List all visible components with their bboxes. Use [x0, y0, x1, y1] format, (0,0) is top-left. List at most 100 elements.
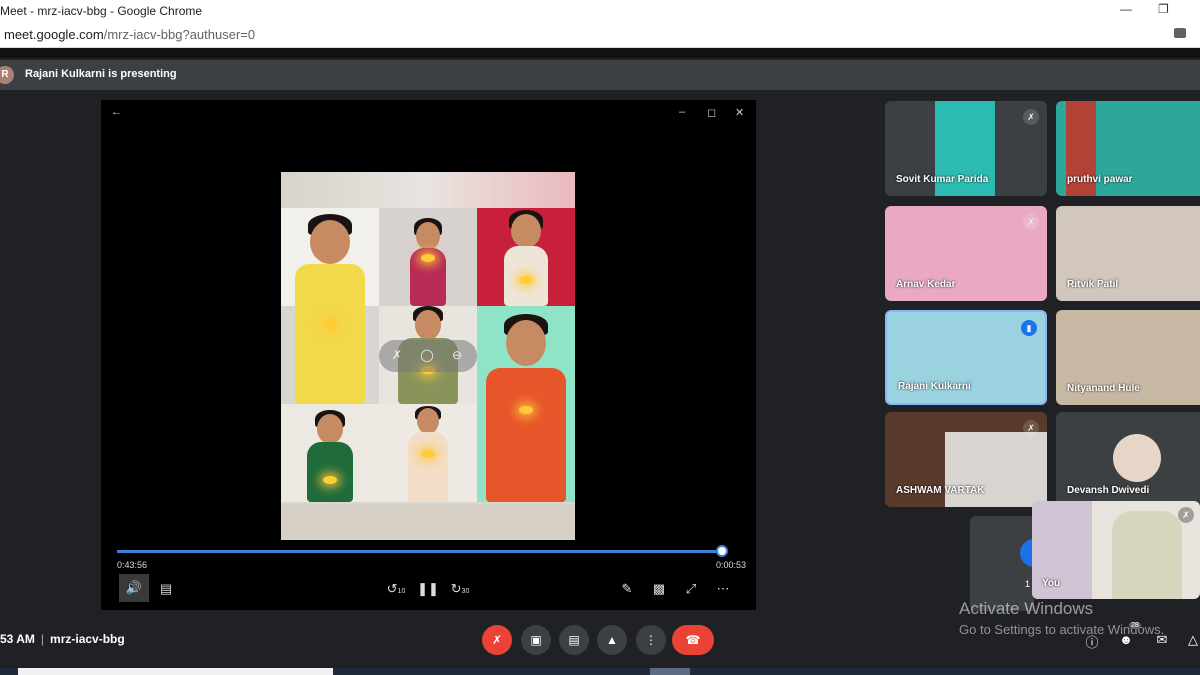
forward-button[interactable]: ↻30	[449, 578, 471, 600]
meeting-code: mrz-iacv-bbg	[50, 632, 125, 646]
kid-photo-2	[379, 208, 477, 306]
self-name: You	[1042, 578, 1061, 589]
divider-strip	[0, 48, 1200, 58]
address-bar[interactable]: meet.google.com/mrz-iacv-bbg?authuser=0	[0, 22, 1200, 48]
captions-button[interactable]: ▤	[559, 625, 589, 655]
muted-mic-icon: ✗	[1023, 420, 1039, 436]
mute-participant-icon[interactable]: ✗	[389, 348, 405, 364]
meeting-info: 53 AM | mrz-iacv-bbg	[0, 632, 125, 646]
hang-up-icon: ☎	[685, 633, 701, 647]
kid-photo-3	[477, 208, 575, 306]
rewind-button[interactable]: ↺10	[385, 578, 407, 600]
info-icon[interactable]: ⓘ	[1083, 632, 1101, 650]
participant-tile[interactable]: ✗ Sovit Kumar Parida	[885, 101, 1047, 196]
muted-mic-icon: ✗	[1023, 214, 1039, 230]
participant-tile[interactable]: Devansh Dwivedi	[1056, 412, 1200, 507]
participant-tile[interactable]: ✗ Arnav Kedar	[885, 206, 1047, 301]
participant-name: ASHWAM VARTAK	[896, 485, 985, 496]
participant-name: Devansh Dwivedi	[1067, 485, 1150, 496]
rewind-seconds: 10	[397, 588, 406, 595]
participant-name: pruthvi pawar	[1067, 174, 1133, 185]
kid-photo-1	[281, 208, 379, 404]
participant-name: Ritvik Patil	[1067, 279, 1119, 290]
participants-count-badge: 28	[1129, 622, 1141, 629]
leave-call-button[interactable]: ☎	[672, 625, 714, 655]
kid-photo-7	[379, 404, 477, 502]
captions-icon: ▤	[568, 633, 580, 647]
browser-title-bar: Meet - mrz-iacv-bbg - Google Chrome — ❐	[0, 0, 1200, 22]
restore-icon[interactable]: ❐	[1158, 2, 1172, 16]
participant-tile[interactable]: pruthvi pawar	[1056, 101, 1200, 196]
present-icon: ▲	[606, 633, 618, 647]
muted-mic-icon: ✗	[1178, 507, 1194, 523]
chat-icon[interactable]: ✉	[1153, 632, 1171, 650]
participant-avatar	[1113, 434, 1161, 482]
progress-track[interactable]	[117, 550, 722, 553]
minimize-icon[interactable]: —	[1120, 2, 1134, 16]
meeting-control-bar: 53 AM | mrz-iacv-bbg ✗ ▣ ▤ ▲ ⋮ ☎ ⓘ ☻ 28 ✉ …	[0, 620, 1200, 668]
progress-knob[interactable]	[716, 545, 728, 557]
kid-photo-5	[477, 306, 575, 502]
participant-tile[interactable]: Ritvik Patil	[1056, 206, 1200, 301]
video-frame-bottom	[281, 504, 575, 540]
camera-button[interactable]: ▣	[521, 625, 551, 655]
microphone-off-button[interactable]: ✗	[482, 625, 512, 655]
more-vert-icon: ⋮	[645, 633, 657, 647]
rewind-icon: ↺	[386, 581, 398, 596]
self-video-right	[1112, 511, 1182, 599]
participant-name: Nityanand Hule	[1067, 383, 1140, 394]
separator: |	[40, 632, 45, 646]
mini-player-icon[interactable]: ▩	[648, 578, 670, 600]
back-arrow-icon[interactable]: ←	[111, 106, 122, 118]
self-view-tile[interactable]: ✗ You	[1032, 501, 1200, 599]
meeting-time: 53 AM	[0, 632, 35, 646]
participant-hover-controls[interactable]: ✗ ◯ ⊖	[379, 340, 477, 372]
activate-windows-title: Activate Windows	[959, 599, 1094, 618]
camera-icon[interactable]	[1174, 28, 1186, 38]
participant-tile[interactable]: Nityanand Hule	[1056, 310, 1200, 405]
more-options-icon[interactable]: ⋯	[712, 578, 734, 600]
url-text[interactable]: meet.google.com/mrz-iacv-bbg?authuser=0	[4, 27, 255, 42]
url-host: meet.google.com	[4, 27, 104, 42]
mic-off-icon: ✗	[491, 633, 503, 647]
remaining-time: 0:00:53	[716, 560, 747, 570]
present-button[interactable]: ▲	[597, 625, 627, 655]
hidden-participant-tile[interactable]: 1	[970, 516, 1038, 611]
remove-icon[interactable]: ⊖	[449, 348, 465, 364]
player-maximize-icon[interactable]: ◻	[707, 106, 716, 119]
people-icon[interactable]: ☻	[1117, 632, 1135, 650]
muted-mic-icon: ✗	[1023, 109, 1039, 125]
participant-name: Arnav Kedar	[896, 279, 956, 290]
taskbar-strip	[0, 668, 1200, 675]
pen-icon[interactable]: ✎	[616, 578, 638, 600]
activities-icon[interactable]: △	[1184, 632, 1200, 650]
forward-icon: ↻	[450, 581, 462, 596]
self-video-left	[1032, 501, 1092, 599]
video-frame-top	[281, 172, 575, 208]
participant-tile-speaking[interactable]: ▮ Rajani Kulkarni	[885, 310, 1047, 405]
fullscreen-icon[interactable]: ⤢	[680, 578, 702, 600]
presenting-bar: R Rajani Kulkarni is presenting	[0, 60, 1200, 90]
camera-icon: ▣	[530, 633, 542, 647]
pause-icon[interactable]: ❚❚	[417, 578, 439, 600]
taskbar-segment	[650, 668, 690, 675]
pin-icon[interactable]: ◯	[419, 348, 435, 364]
hidden-tile-text: 1	[1025, 579, 1031, 589]
presented-video-player[interactable]: ← – ◻ ✕ ✗ ◯ ⊖ 0:43:56 0:00:53 🔊 ▤ ↺10 ❚❚…	[101, 100, 756, 610]
player-close-icon[interactable]: ✕	[735, 106, 744, 119]
participant-tile[interactable]: ✗ ASHWAM VARTAK	[885, 412, 1047, 507]
kid-photo-6	[281, 404, 379, 502]
forward-seconds: 30	[461, 588, 470, 595]
url-path: /mrz-iacv-bbg?authuser=0	[103, 27, 256, 42]
volume-icon[interactable]: 🔊	[119, 574, 149, 602]
elapsed-time: 0:43:56	[117, 560, 148, 570]
participant-name: Sovit Kumar Parida	[896, 174, 989, 185]
player-minimize-icon[interactable]: –	[679, 106, 685, 118]
speaking-indicator-icon: ▮	[1021, 320, 1037, 336]
window-title: Meet - mrz-iacv-bbg - Google Chrome	[0, 4, 203, 18]
taskbar-segment	[18, 668, 333, 675]
presenting-text: Rajani Kulkarni is presenting	[25, 68, 177, 80]
more-options-button[interactable]: ⋮	[636, 625, 666, 655]
participant-name: Rajani Kulkarni	[898, 381, 971, 392]
captions-icon[interactable]: ▤	[155, 578, 177, 600]
